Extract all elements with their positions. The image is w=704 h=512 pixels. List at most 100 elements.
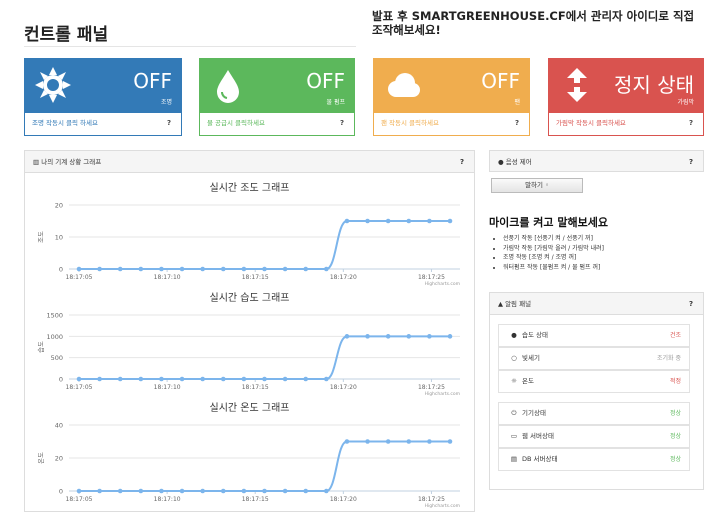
data-point: [282, 376, 288, 382]
data-point: [97, 488, 102, 494]
data-point: [97, 376, 102, 382]
chart-title: 실시간 온도 그래프: [210, 402, 290, 414]
notice-text: 발표 후 SMARTGREENHOUSE.CF에서 관리자 아이디로 직접 조작…: [372, 9, 695, 37]
power-icon: ⏻: [511, 409, 517, 417]
data-point: [241, 376, 247, 382]
illuminance-chart: 실시간 조도 그래프 0 10 20 조도 18:17:05 18:17:10 18:17:1…: [25, 177, 474, 287]
status-label: DB 서버상태: [522, 455, 558, 463]
list-item: 조명 작동 [조명 켜 / 조명 꺼]: [503, 253, 604, 263]
data-point: [138, 376, 144, 382]
data-point: [406, 439, 412, 444]
x-tick-label: 18:17:15: [242, 496, 269, 503]
help-icon[interactable]: ?: [460, 151, 464, 173]
data-point: [447, 439, 453, 444]
data-point: [427, 334, 432, 339]
y-tick-label: 1000: [46, 333, 63, 341]
data-point: [159, 376, 164, 382]
data-point: [262, 266, 267, 272]
data-point: [282, 488, 288, 494]
humidity-chart-svg: 실시간 습도 그래프 0 500 1000 1500 습도 18:17:05 18:17:10…: [36, 292, 460, 397]
chart-title: 실시간 조도 그래프: [210, 182, 290, 194]
x-tick-label: 18:17:20: [330, 274, 357, 281]
x-tick-label: 18:17:25: [418, 384, 445, 391]
x-tick-label: 18:17:05: [66, 496, 93, 503]
alert-panel-title: 알림 패널: [505, 300, 532, 308]
y-tick-label: 10: [55, 234, 63, 242]
x-tick-label: 18:17:10: [154, 274, 181, 281]
data-point: [447, 218, 453, 224]
data-point: [241, 266, 247, 272]
light-footer-text: 조명 작동시 클릭 하세요: [32, 119, 98, 127]
x-tick-label: 18:17:15: [242, 384, 269, 391]
data-point: [159, 488, 164, 494]
help-icon[interactable]: ?: [515, 113, 519, 134]
data-point: [385, 334, 391, 339]
speak-button[interactable]: 말하기 ◦: [491, 178, 583, 193]
database-icon: ▤: [510, 455, 518, 463]
data-point: [324, 266, 329, 272]
light-card[interactable]: OFF 조명 조명 작동시 클릭 하세요 ?: [24, 58, 182, 136]
data-point: [324, 376, 329, 382]
chart-panel-title: 나의 기계 상황 그래프: [41, 158, 102, 166]
y-tick-label: 500: [51, 354, 63, 362]
help-icon[interactable]: ?: [689, 151, 693, 173]
data-point: [385, 218, 391, 224]
data-point: [97, 266, 102, 272]
shade-state: 정지 상태: [614, 73, 694, 97]
help-icon[interactable]: ?: [340, 113, 344, 134]
data-point: [200, 488, 205, 494]
status-device: ⏻ 기기상태 정상: [498, 402, 690, 425]
light-footer[interactable]: 조명 작동시 클릭 하세요 ?: [24, 113, 182, 136]
help-icon[interactable]: ?: [689, 113, 693, 134]
fan-card[interactable]: OFF 팬 팬 작동시 클릭하세요 ?: [373, 58, 530, 136]
help-icon[interactable]: ?: [167, 113, 171, 134]
status-value: 정상: [669, 433, 681, 440]
x-tick-label: 18:17:20: [330, 384, 357, 391]
data-point: [262, 488, 267, 494]
title-divider: [24, 46, 356, 47]
data-point: [324, 488, 329, 494]
pump-state: OFF: [306, 69, 345, 93]
y-tick-label: 20: [55, 202, 63, 210]
data-point: [365, 218, 370, 224]
x-tick-label: 18:17:15: [242, 274, 269, 281]
data-point: [76, 376, 82, 382]
data-point: [365, 439, 370, 444]
data-point: [220, 488, 226, 494]
status-value: 건조: [669, 332, 681, 339]
temperature-chart-svg: 실시간 온도 그래프 0 20 40 온도 18:17:05 18:17:10 18:17:1…: [37, 402, 460, 509]
status-value: 조기화 중: [657, 355, 681, 362]
x-tick-label: 18:17:25: [418, 496, 445, 503]
y-axis-label: 조도: [37, 231, 45, 243]
x-tick-label: 18:17:10: [154, 384, 181, 391]
data-point: [179, 376, 185, 382]
humidity-chart: 실시간 습도 그래프 0 500 1000 1500 습도 18:17:05 18:17:10…: [25, 287, 474, 397]
shade-label: 가림막: [677, 99, 694, 106]
sun-icon: ☼: [511, 377, 517, 385]
pump-card[interactable]: OFF 물 펌프 물 공급시 클릭하세요 ?: [199, 58, 355, 136]
sun-icon: [35, 67, 71, 103]
shade-footer[interactable]: 가림막 작동시 클릭하세요 ?: [548, 113, 704, 136]
chart-title: 실시간 습도 그래프: [210, 292, 290, 304]
shade-card[interactable]: 정지 상태 가림막 가림막 작동시 클릭하세요 ?: [548, 58, 704, 136]
y-tick-label: 20: [55, 455, 63, 463]
data-point: [200, 266, 205, 272]
status-temperature: ☼ 온도 적정: [498, 370, 690, 393]
chart-credits: Highcharts.com: [425, 503, 460, 509]
fan-footer-text: 팬 작동시 클릭하세요: [381, 119, 439, 127]
water-drop-icon: [217, 70, 239, 103]
shade-footer-text: 가림막 작동시 클릭하세요: [556, 119, 626, 127]
cloud-icon: [388, 73, 420, 97]
data-point: [138, 266, 144, 272]
fan-footer[interactable]: 팬 작동시 클릭하세요 ?: [373, 113, 530, 136]
pump-footer[interactable]: 물 공급시 클릭하세요 ?: [199, 113, 355, 136]
data-point: [76, 488, 82, 494]
data-point: [385, 439, 391, 444]
data-point: [262, 376, 267, 382]
list-item: 선풍기 작동 [선풍기 켜 / 선풍기 꺼]: [503, 234, 604, 244]
x-tick-label: 18:17:10: [154, 496, 181, 503]
light-state: OFF: [133, 69, 172, 93]
microphone-icon: ◦: [545, 181, 549, 189]
help-icon[interactable]: ?: [689, 293, 693, 315]
voice-command-list: 선풍기 작동 [선풍기 켜 / 선풍기 꺼] 가림막 작동 [가림막 올려 / …: [503, 234, 604, 272]
